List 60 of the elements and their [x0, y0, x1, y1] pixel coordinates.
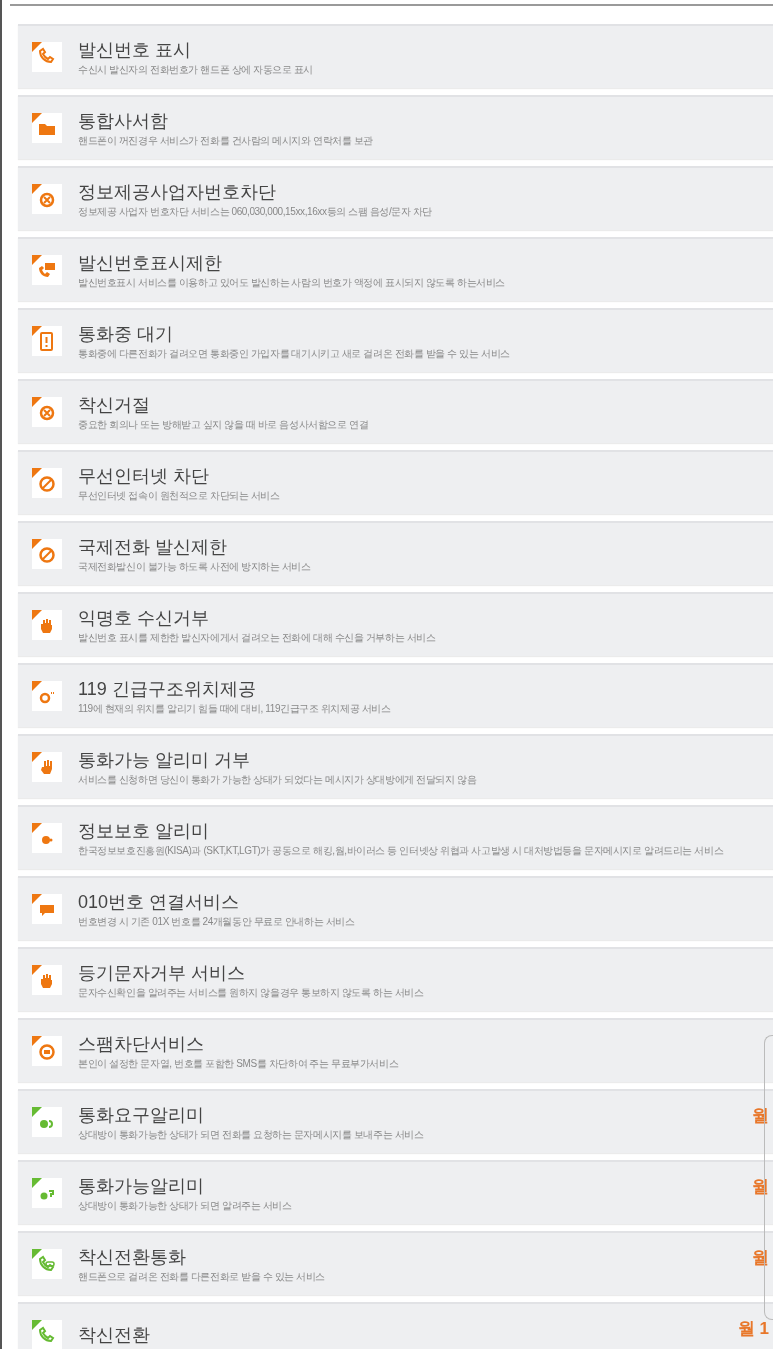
service-title: 통합사서함: [78, 109, 169, 132]
service-description: 한국정보보호진흥원(KISA)과 (SKT,KT,LGT)가 공동으로 해킹,웜,바이러스 등 인터넷상 위협과 사고발생 시 대처방법등을 문자메시지로 알려드리는 서비스: [78, 844, 725, 857]
service-title: 국제전화 발신제한: [78, 535, 228, 558]
service-title: 익명호 수신거부: [78, 606, 210, 629]
service-title: 발신번호표시제한: [78, 251, 223, 274]
service-card[interactable]: 정보보호 알리미 한국정보보호진흥원(KISA)과 (SKT,KT,LGT)가 공동으로 해킹,웜,바이러스 등 인터넷상 위협과 사고발생 시 대처방법등을 문자메시지로 알려드리는 서비스: [18, 805, 773, 869]
service-card[interactable]: 119 긴급구조위치제공 119에 현재의 위치를 알리기 힘들 때에 대비, 119긴급구조 위치제공 서비스: [18, 663, 773, 727]
service-description: 본인이 설정한 문자열, 번호를 포함한 SMS를 차단하여 주는 무료부가서비스: [78, 1057, 400, 1070]
price: 월: [752, 1247, 769, 1269]
service-card[interactable]: 통화중 대기 통화중에 다른전화가 걸려오면 통화중인 가입자를 대기시키고 새로 걸려온 전화를 받을 수 있는 서비스: [18, 308, 773, 372]
service-description: 상대방이 통화가능한 상태가 되면 전화를 요청하는 문자메시지를 보내주는 서비스: [78, 1128, 425, 1141]
service-title: 통화요구알리미: [78, 1103, 205, 1126]
service-card[interactable]: 무선인터넷 차단 무선인터넷 접속이 원천적으로 차단되는 서비스: [18, 450, 773, 514]
service-title: 등기문자거부 서비스: [78, 961, 246, 984]
service-description: 발신번호 표시를 제한한 발신자에게서 걸려오는 전화에 대해 수신을 거부하는 서비스: [78, 631, 437, 644]
service-description: 정보제공 사업자 번호차단 서비스는 060,030,000,15xx,16xx등의 스팸 음성/문자 차단: [78, 205, 434, 218]
service-card[interactable]: 정보제공사업자번호차단 정보제공 사업자 번호차단 서비스는 060,030,000,15xx,16xx등의 스팸 음성/문자 차단: [18, 166, 773, 230]
service-card[interactable]: 통화가능 알리미 거부 서비스를 신청하면 당신이 통화가 가능한 상태가 되었다는 메시지가 상대방에게 전달되지 않음: [18, 734, 773, 798]
service-description: 국제전화발신이 불가능 하도록 사전에 방지하는 서비스: [78, 560, 312, 573]
service-description: 발신번호표시 서비스를 이용하고 있어도 발신하는 사람의 번호가 액정에 표시되지 않도록 하는서비스: [78, 276, 506, 289]
service-description: 핸드폰으로 걸려온 전화를 다른전화로 받을 수 있는 서비스: [78, 1270, 327, 1283]
service-description: 통화중에 다른전화가 걸려오면 통화중인 가입자를 대기시키고 새로 걸려온 전화를 받을 수 있는 서비스: [78, 347, 511, 360]
service-card[interactable]: 국제전화 발신제한 국제전화발신이 불가능 하도록 사전에 방지하는 서비스: [18, 521, 773, 585]
service-title: 착신거절: [78, 393, 151, 416]
service-title: 통화중 대기: [78, 322, 174, 345]
service-title: 통화가능 알리미 거부: [78, 748, 251, 771]
service-card[interactable]: 발신번호표시제한 발신번호표시 서비스를 이용하고 있어도 발신하는 사람의 번호가 액정에 표시되지 않도록 하는서비스: [18, 237, 773, 301]
service-title: 발신번호 표시: [78, 38, 192, 61]
service-card[interactable]: 등기문자거부 서비스 문자수신확인을 알려주는 서비스를 원하지 않을경우 통보하지 않도록 하는 서비스: [18, 947, 773, 1011]
service-title: 119 긴급구조위치제공: [78, 677, 257, 700]
service-title: 무선인터넷 차단: [78, 464, 210, 487]
service-title: 스팸차단서비스: [78, 1032, 205, 1055]
service-title: 통화가능알리미: [78, 1174, 205, 1197]
service-title: 착신전환: [78, 1324, 151, 1346]
service-description: 무선인터넷 접속이 원천적으로 차단되는 서비스: [78, 489, 281, 502]
service-card[interactable]: 통화요구알리미 상대방이 통화가능한 상태가 되면 전화를 요청하는 문자메시지를 보내주는 서비스 월: [18, 1089, 773, 1153]
service-title: 정보제공사업자번호차단: [78, 180, 277, 203]
service-card[interactable]: 익명호 수신거부 발신번호 표시를 제한한 발신자에게서 걸려오는 전화에 대해 수신을 거부하는 서비스: [18, 592, 773, 656]
service-description: 문자수신확인을 알려주는 서비스를 원하지 않을경우 통보하지 않도록 하는 서비스: [78, 986, 425, 999]
service-description: 중요한 회의나 또는 방해받고 싶지 않을 때 바로 음성사서함으로 연결: [78, 418, 370, 431]
service-description: 수신시 발신자의 전화번호가 핸드폰 상에 자동으로 표시: [78, 63, 315, 76]
service-description: 번호변경 시 기존 01X 번호를 24개월동안 무료로 안내하는 서비스: [78, 915, 356, 928]
service-card[interactable]: 착신거절 중요한 회의나 또는 방해받고 싶지 않을 때 바로 음성사서함으로 연결: [18, 379, 773, 443]
service-card[interactable]: 착신전환 월 1: [18, 1302, 773, 1349]
service-description: 119에 현재의 위치를 알리기 힘들 때에 대비, 119긴급구조 위치제공 서비스: [78, 702, 392, 715]
service-title: 정보보호 알리미: [78, 819, 210, 842]
service-card[interactable]: 착신전환통화 핸드폰으로 걸려온 전화를 다른전화로 받을 수 있는 서비스 월: [18, 1231, 773, 1295]
price: 월 1: [737, 1318, 769, 1340]
service-description: 서비스를 신청하면 당신이 통화가 가능한 상태가 되었다는 메시지가 상대방에게 전달되지 않음: [78, 773, 478, 786]
price: 월: [752, 1176, 769, 1198]
service-description: 핸드폰이 꺼진경우 서비스가 전화를 건사람의 메시지와 연락처를 보관: [78, 134, 375, 147]
service-title: 010번호 연결서비스: [78, 890, 241, 913]
service-card[interactable]: 발신번호 표시 수신시 발신자의 전화번호가 핸드폰 상에 자동으로 표시: [18, 24, 773, 88]
service-card[interactable]: 스팸차단서비스 본인이 설정한 문자열, 번호를 포함한 SMS를 차단하여 주는 무료부가서비스: [18, 1018, 773, 1082]
service-card[interactable]: 통합사서함 핸드폰이 꺼진경우 서비스가 전화를 건사람의 메시지와 연락처를 보관: [18, 95, 773, 159]
service-card[interactable]: 010번호 연결서비스 번호변경 시 기존 01X 번호를 24개월동안 무료로 안내하는 서비스: [18, 876, 773, 940]
service-description: 상대방이 통화가능한 상태가 되면 알려주는 서비스: [78, 1199, 293, 1212]
service-title: 착신전환통화: [78, 1245, 187, 1268]
service-card[interactable]: 통화가능알리미 상대방이 통화가능한 상태가 되면 알려주는 서비스 월: [18, 1160, 773, 1224]
price: 월: [752, 1105, 769, 1127]
